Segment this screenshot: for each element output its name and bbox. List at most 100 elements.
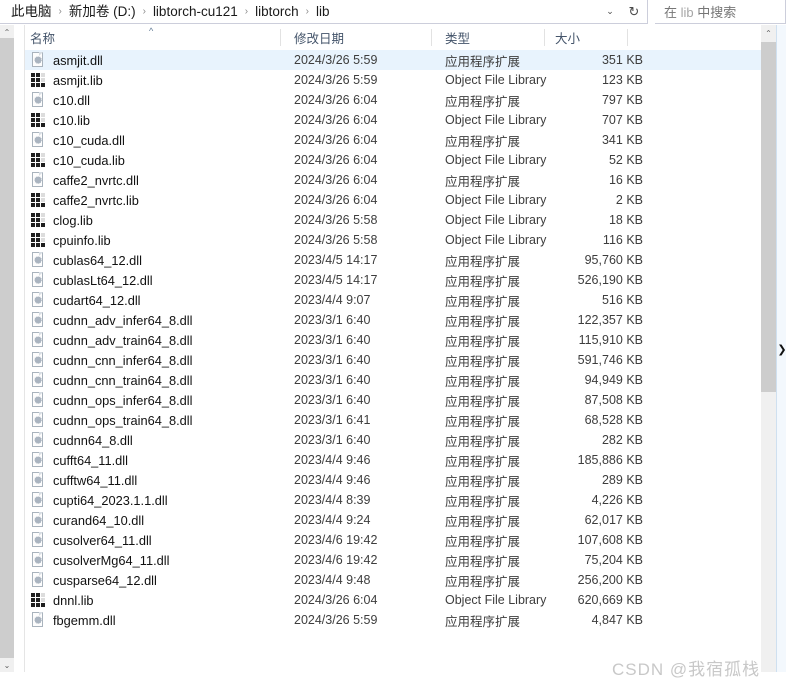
file-name-cell[interactable]: cublasLt64_12.dll [25,270,281,290]
file-row[interactable]: cusolverMg64_11.dll 2023/4/6 19:42 应用程序扩展 7… [25,550,761,570]
column-header-type[interactable]: 类型 [445,25,549,50]
scroll-up-icon[interactable]: ⌃ [761,25,776,42]
file-name-cell[interactable]: c10.dll [25,90,281,110]
file-date-cell: 2023/3/1 6:40 [294,333,371,347]
file-row[interactable]: c10.dll 2024/3/26 6:04 应用程序扩展 797 KB [25,90,761,110]
breadcrumb-item[interactable]: libtorch [252,2,302,22]
file-row[interactable]: cudnn_ops_train64_8.dll 2023/3/1 6:41 应用程序… [25,410,761,430]
list-scrollbar[interactable]: ⌃ [761,25,776,686]
chevron-down-icon[interactable]: ⌄ [599,1,621,23]
file-row[interactable]: cusparse64_12.dll 2023/4/4 9:48 应用程序扩展 256,… [25,570,761,590]
file-row[interactable]: c10_cuda.dll 2024/3/26 6:04 应用程序扩展 341 KB [25,130,761,150]
file-name-cell[interactable]: cudnn_ops_infer64_8.dll [25,390,281,410]
file-name-cell[interactable]: cudnn_ops_train64_8.dll [25,410,281,430]
file-date-cell: 2024/3/26 6:04 [294,593,378,607]
file-row[interactable]: fbgemm.dll 2024/3/26 5:59 应用程序扩展 4,847 KB [25,610,761,630]
file-name-cell[interactable]: c10_cuda.lib [25,150,281,170]
file-name-cell[interactable]: curand64_10.dll [25,510,281,530]
file-row[interactable]: cudart64_12.dll 2023/4/4 9:07 应用程序扩展 516 KB [25,290,761,310]
file-name-cell[interactable]: fbgemm.dll [25,610,281,630]
breadcrumb-item[interactable]: libtorch-cu121 [150,2,241,22]
file-row[interactable]: cublas64_12.dll 2023/4/5 14:17 应用程序扩展 95,76… [25,250,761,270]
file-name-cell[interactable]: dnnl.lib [25,590,281,610]
nav-scrollbar[interactable] [0,25,14,686]
nav-scrollbar-thumb[interactable] [0,38,14,658]
dll-file-icon [30,292,46,308]
breadcrumb-item[interactable]: 此电脑 [8,2,55,22]
file-row[interactable]: dnnl.lib 2024/3/26 6:04 Object File Librar… [25,590,761,610]
file-name-cell[interactable]: cudnn_adv_infer64_8.dll [25,310,281,330]
file-name-cell[interactable]: cufft64_11.dll [25,450,281,470]
file-name-cell[interactable]: cudnn_cnn_train64_8.dll [25,370,281,390]
file-row[interactable]: asmjit.dll 2024/3/26 5:59 应用程序扩展 351 KB [25,50,761,70]
expand-chevron-icon[interactable]: ❯ [777,341,786,357]
search-input[interactable]: 在 lib 中搜索 [655,0,786,24]
file-name-label: cufftw64_11.dll [53,472,138,488]
file-name-cell[interactable]: asmjit.lib [25,70,281,90]
column-divider[interactable] [431,29,432,46]
file-row[interactable]: caffe2_nvrtc.lib 2024/3/26 6:04 Object Fil… [25,190,761,210]
file-name-cell[interactable]: cusolver64_11.dll [25,530,281,550]
column-header-date[interactable]: 修改日期 [294,25,429,50]
file-row[interactable]: cupti64_2023.1.1.dll 2023/4/4 8:39 应用程序扩展 4… [25,490,761,510]
file-name-cell[interactable]: clog.lib [25,210,281,230]
column-header-size[interactable]: 大小 [555,25,635,50]
file-row[interactable]: cublasLt64_12.dll 2023/4/5 14:17 应用程序扩展 526… [25,270,761,290]
file-type-cell: 应用程序扩展 [445,174,521,189]
file-row[interactable]: cudnn_adv_infer64_8.dll 2023/3/1 6:40 应用程序… [25,310,761,330]
file-row[interactable]: caffe2_nvrtc.dll 2024/3/26 6:04 应用程序扩展 16 K… [25,170,761,190]
file-name-cell[interactable]: c10_cuda.dll [25,130,281,150]
file-name-label: cudnn_adv_train64_8.dll [53,332,193,348]
file-name-cell[interactable]: cublas64_12.dll [25,250,281,270]
file-name-cell[interactable]: caffe2_nvrtc.dll [25,170,281,190]
file-size-cell: 341 KB [601,133,643,147]
address-input[interactable]: 此电脑 › 新加卷 (D:) › libtorch-cu121 › libtorch › lib… [0,0,648,24]
right-panel-peek[interactable]: ❯ [776,25,786,686]
file-row[interactable]: c10_cuda.lib 2024/3/26 6:04 Object File Li… [25,150,761,170]
file-name-cell[interactable]: cusolverMg64_11.dll [25,550,281,570]
file-row[interactable]: clog.lib 2024/3/26 5:58 Object File Librar… [25,210,761,230]
file-date-cell: 2024/3/26 6:04 [294,133,378,147]
file-row[interactable]: cudnn_cnn_train64_8.dll 2023/3/1 6:40 应用程序… [25,370,761,390]
file-row[interactable]: cufft64_11.dll 2023/4/4 9:46 应用程序扩展 185,886… [25,450,761,470]
file-name-cell[interactable]: cudart64_12.dll [25,290,281,310]
file-name-cell[interactable]: cupti64_2023.1.1.dll [25,490,281,510]
column-header-name[interactable]: 名称 [30,25,280,50]
file-row[interactable]: cudnn_ops_infer64_8.dll 2023/3/1 6:40 应用程序… [25,390,761,410]
breadcrumb[interactable]: 此电脑 › 新加卷 (D:) › libtorch-cu121 › libtorch › lib [0,2,599,22]
breadcrumb-item[interactable]: 新加卷 (D:) [66,2,139,22]
watermark: CSDN @我宿孤栈 [612,660,761,679]
file-name-cell[interactable]: cusparse64_12.dll [25,570,281,590]
column-divider[interactable] [280,29,281,46]
file-row[interactable]: cudnn_cnn_infer64_8.dll 2023/3/1 6:40 应用程序… [25,350,761,370]
file-row[interactable]: cusolver64_11.dll 2023/4/6 19:42 应用程序扩展 107… [25,530,761,550]
file-name-label: caffe2_nvrtc.dll [53,172,139,188]
file-row[interactable]: cpuinfo.lib 2024/3/26 5:58 Object File Lib… [25,230,761,250]
dll-file-icon [30,612,46,628]
file-row[interactable]: asmjit.lib 2024/3/26 5:59 Object File Libr… [25,70,761,90]
file-name-cell[interactable]: cudnn_adv_train64_8.dll [25,330,281,350]
file-type-cell: 应用程序扩展 [445,274,521,289]
file-row[interactable]: cufftw64_11.dll 2023/4/4 9:46 应用程序扩展 289 KB [25,470,761,490]
file-name-cell[interactable]: caffe2_nvrtc.lib [25,190,281,210]
file-name-cell[interactable]: cudnn_cnn_infer64_8.dll [25,350,281,370]
file-name-cell[interactable]: cudnn64_8.dll [25,430,281,450]
column-divider[interactable] [627,29,628,46]
file-date-cell: 2023/4/4 8:39 [294,493,371,507]
dll-file-icon [30,492,46,508]
file-row[interactable]: cudnn64_8.dll 2023/3/1 6:40 应用程序扩展 282 KB [25,430,761,450]
refresh-icon[interactable]: ↻ [621,1,647,23]
breadcrumb-item[interactable]: lib [313,2,333,22]
file-date-cell: 2023/4/6 19:42 [294,553,378,567]
file-row[interactable]: cudnn_adv_train64_8.dll 2023/3/1 6:40 应用程序… [25,330,761,350]
file-name-cell[interactable]: cpuinfo.lib [25,230,281,250]
file-name-cell[interactable]: asmjit.dll [25,50,281,70]
scrollbar-thumb[interactable] [761,42,776,392]
file-row[interactable]: c10.lib 2024/3/26 6:04 Object File Library… [25,110,761,130]
column-divider[interactable] [544,29,545,46]
nav-scroll-up-icon[interactable]: ⌃ [0,25,14,39]
file-name-cell[interactable]: c10.lib [25,110,281,130]
file-row[interactable]: curand64_10.dll 2023/4/4 9:24 应用程序扩展 62,017… [25,510,761,530]
nav-scroll-down-icon[interactable]: ⌄ [0,658,14,672]
file-name-cell[interactable]: cufftw64_11.dll [25,470,281,490]
